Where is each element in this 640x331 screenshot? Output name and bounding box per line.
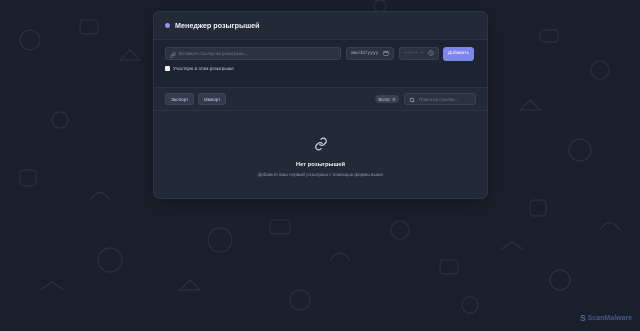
total-badge: Всего: 0 bbox=[374, 95, 399, 103]
participate-label: Участвую в этом розыгрыше bbox=[173, 66, 234, 71]
total-label: Всего: bbox=[378, 96, 391, 102]
date-input[interactable]: mm/dd/yyyy bbox=[346, 47, 394, 60]
search-input[interactable]: Поиск по ссылке... bbox=[404, 93, 476, 105]
date-placeholder: mm/dd/yyyy bbox=[351, 51, 379, 56]
card-header: Менеджер розыгрышей bbox=[154, 12, 487, 40]
total-count: 0 bbox=[392, 96, 395, 102]
clock-icon[interactable] bbox=[428, 50, 434, 58]
link-icon bbox=[170, 45, 176, 63]
calendar-icon[interactable] bbox=[383, 50, 389, 58]
url-input[interactable]: Вставьте ссылку на розыгрыш... bbox=[165, 47, 341, 60]
empty-subtitle: Добавьте ваш первый розыгрыш с помощью ф… bbox=[257, 172, 384, 177]
empty-title: Нет розыгрышей bbox=[295, 162, 346, 168]
empty-state: Нет розыгрышей Добавьте ваш первый розыг… bbox=[154, 111, 487, 177]
watermark-text: ScanMalware bbox=[587, 315, 632, 322]
giveaway-manager-card: Менеджер розыгрышей Вставьте ссылку на р… bbox=[153, 11, 488, 199]
toolbar: Экспорт Импорт Всего: 0 Поиск по ссылке.… bbox=[154, 88, 487, 111]
time-input[interactable]: --:-- - bbox=[399, 47, 439, 60]
search-placeholder: Поиск по ссылке... bbox=[419, 96, 459, 102]
time-placeholder: --:-- - bbox=[404, 51, 424, 56]
watermark-logo-icon: S bbox=[580, 314, 586, 323]
export-button[interactable]: Экспорт bbox=[165, 93, 195, 105]
url-placeholder: Вставьте ссылку на розыгрыш... bbox=[179, 51, 248, 56]
watermark: S ScanMalware bbox=[580, 314, 632, 323]
add-button[interactable]: Добавить bbox=[443, 46, 474, 61]
search-icon bbox=[409, 90, 415, 108]
import-button[interactable]: Импорт bbox=[198, 93, 227, 105]
link-icon bbox=[314, 137, 328, 156]
status-dot bbox=[165, 23, 170, 28]
page-title: Менеджер розыгрышей bbox=[175, 21, 260, 30]
add-giveaway-form: Вставьте ссылку на розыгрыш... mm/dd/yyy… bbox=[154, 40, 487, 88]
participate-checkbox[interactable] bbox=[165, 66, 170, 71]
